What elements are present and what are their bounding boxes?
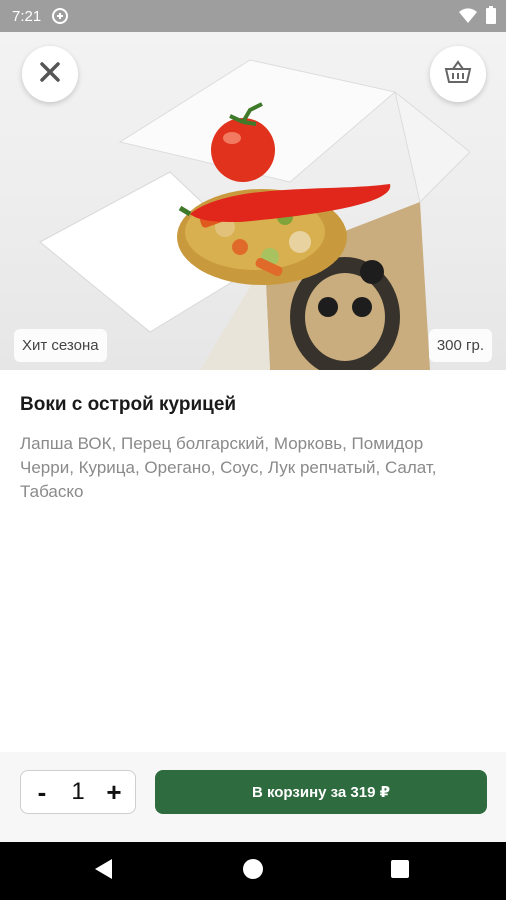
status-time: 7:21 <box>12 7 42 25</box>
system-nav-bar <box>0 842 506 900</box>
badge-hit: Хит сезона <box>14 329 107 362</box>
product-image: Хит сезона 300 гр. <box>0 32 506 370</box>
order-bar: - 1 + В корзину за 319 ₽ <box>0 752 506 842</box>
product-title: Воки с острой курицей <box>20 394 237 415</box>
status-bar: 7:21 <box>0 0 506 32</box>
status-indicators <box>458 6 496 24</box>
weight-badge: 300 гр. <box>428 329 492 362</box>
increase-button[interactable]: + <box>101 777 127 808</box>
decrease-button[interactable]: - <box>29 777 55 808</box>
quantity-stepper: - 1 + <box>20 770 136 814</box>
product-detail-screen: 7:21 Хит сезона 300 гр. Воки с острой ку… <box>0 0 506 900</box>
quantity-value: 1 <box>71 778 85 805</box>
product-ingredients: Лапша ВОК, Перец болгарский, Морковь, По… <box>20 434 437 501</box>
close-icon <box>39 61 61 88</box>
data-saver-icon <box>51 7 69 25</box>
basket-icon <box>444 59 472 89</box>
home-circle-icon <box>242 858 264 885</box>
close-button[interactable] <box>22 46 78 102</box>
nav-back-button[interactable] <box>64 842 144 900</box>
wifi-icon <box>458 6 478 24</box>
add-to-cart-button[interactable]: В корзину за 319 ₽ <box>155 770 487 814</box>
back-triangle-icon <box>94 858 114 885</box>
battery-icon <box>486 6 496 24</box>
nav-home-button[interactable] <box>213 842 293 900</box>
cart-button[interactable] <box>430 46 486 102</box>
recent-square-icon <box>390 859 410 884</box>
nav-recents-button[interactable] <box>360 842 440 900</box>
